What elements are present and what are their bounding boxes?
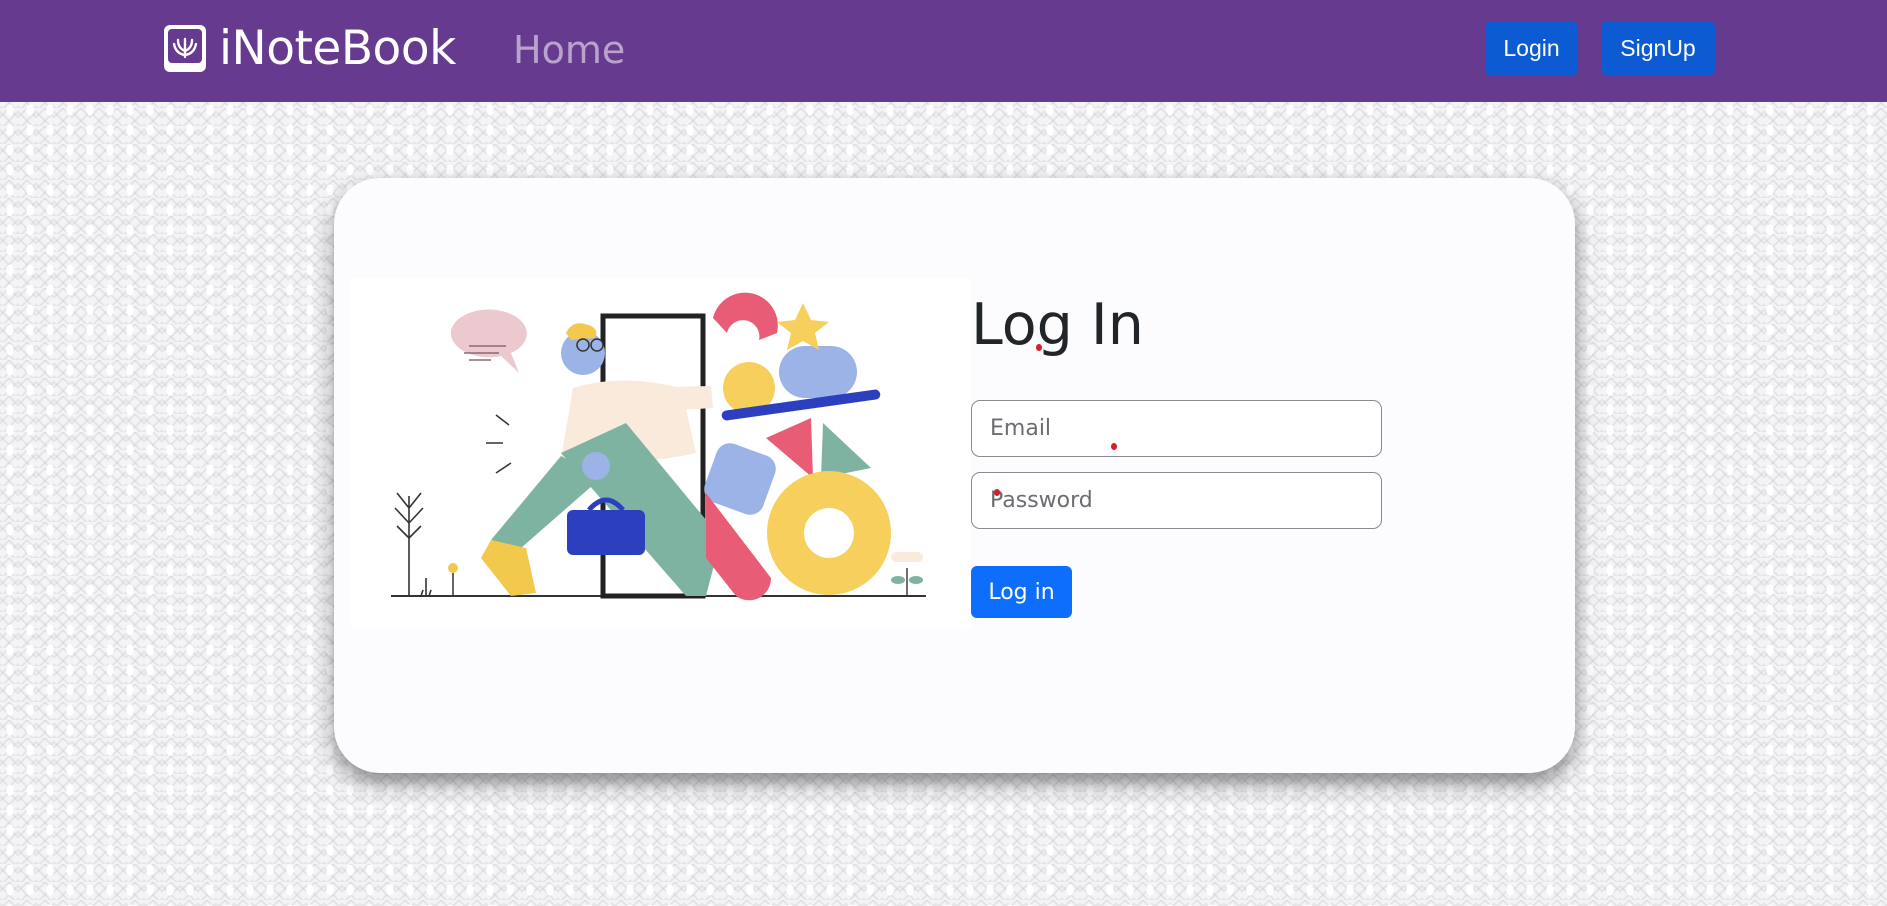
notebook-logo-icon[interactable] [164, 25, 206, 72]
signup-button[interactable]: SignUp [1601, 22, 1715, 75]
password-field[interactable] [971, 472, 1382, 529]
cursor-dot-marker [994, 489, 1000, 496]
login-button[interactable]: Login [1485, 22, 1578, 75]
cursor-dot-marker [1036, 344, 1042, 351]
nav-home-link[interactable]: Home [513, 22, 625, 78]
login-submit-button[interactable]: Log in [971, 566, 1072, 618]
email-field[interactable] [971, 400, 1382, 457]
navbar: iNoteBook Home Login SignUp [0, 0, 1887, 102]
brand-name[interactable]: iNoteBook [219, 18, 456, 80]
login-title: Log In [971, 292, 1144, 358]
cursor-dot-marker [1111, 443, 1117, 450]
person-entering-door-illustration [351, 278, 971, 628]
